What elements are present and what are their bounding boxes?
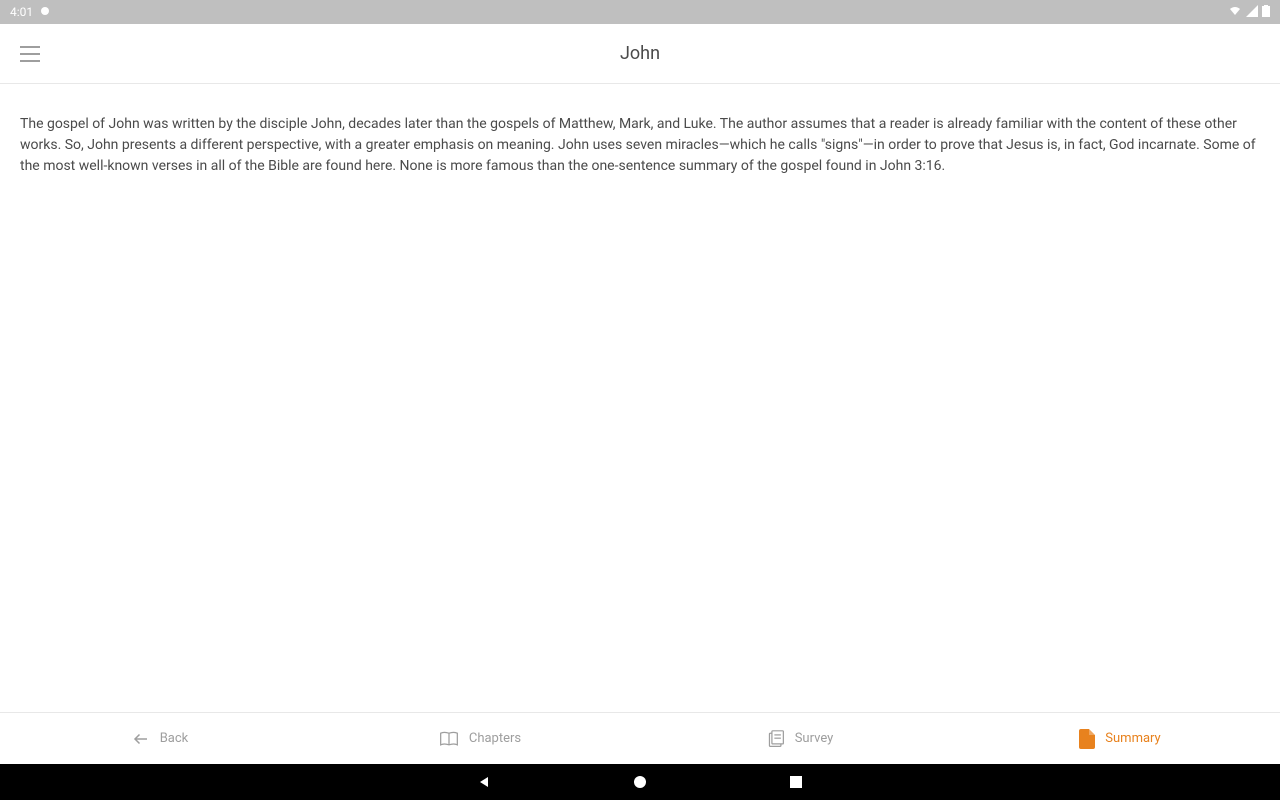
summary-text: The gospel of John was written by the di… xyxy=(20,114,1260,177)
nav-back[interactable]: Back xyxy=(0,730,320,748)
status-left: 4:01 xyxy=(10,5,51,20)
status-right xyxy=(1228,5,1270,20)
nav-label: Survey xyxy=(795,731,834,746)
system-home-button[interactable] xyxy=(632,774,648,790)
signal-icon xyxy=(1246,5,1258,20)
nav-label: Summary xyxy=(1105,731,1160,746)
app-header: John xyxy=(0,24,1280,84)
status-time: 4:01 xyxy=(10,5,33,19)
book-open-icon xyxy=(439,730,459,748)
wifi-icon xyxy=(1228,5,1242,20)
document-icon xyxy=(1079,729,1095,749)
arrow-back-icon xyxy=(132,730,150,748)
system-recent-button[interactable] xyxy=(788,774,804,790)
nav-summary[interactable]: Summary xyxy=(960,729,1280,749)
system-nav-bar xyxy=(0,764,1280,800)
notification-icon xyxy=(39,5,51,20)
system-back-button[interactable] xyxy=(476,774,492,790)
nav-survey[interactable]: Survey xyxy=(640,730,960,748)
battery-icon xyxy=(1262,5,1270,20)
nav-chapters[interactable]: Chapters xyxy=(320,730,640,748)
books-icon xyxy=(767,730,785,748)
bottom-nav: Back Chapters Survey Summa xyxy=(0,712,1280,764)
content-area: The gospel of John was written by the di… xyxy=(0,84,1280,712)
nav-label: Back xyxy=(160,731,189,746)
menu-button[interactable] xyxy=(20,46,40,62)
page-title: John xyxy=(620,43,660,64)
status-bar: 4:01 xyxy=(0,0,1280,24)
nav-label: Chapters xyxy=(469,731,521,746)
